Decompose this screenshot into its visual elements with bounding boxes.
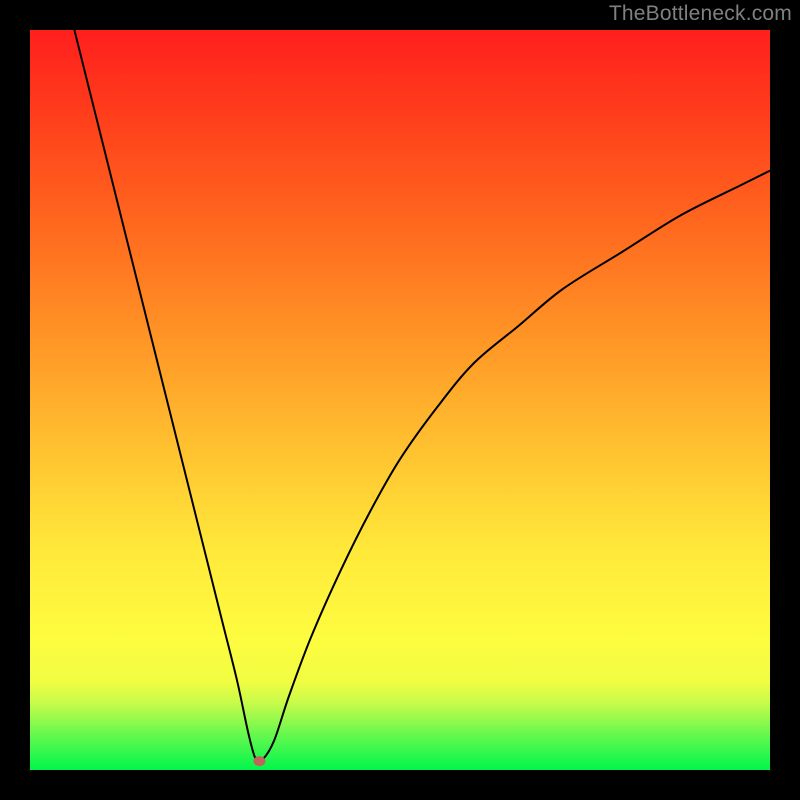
chart-stage: TheBottleneck.com: [0, 0, 800, 800]
watermark-text: TheBottleneck.com: [609, 2, 792, 26]
plot-area: [30, 30, 770, 770]
background-gradient: [30, 30, 770, 770]
